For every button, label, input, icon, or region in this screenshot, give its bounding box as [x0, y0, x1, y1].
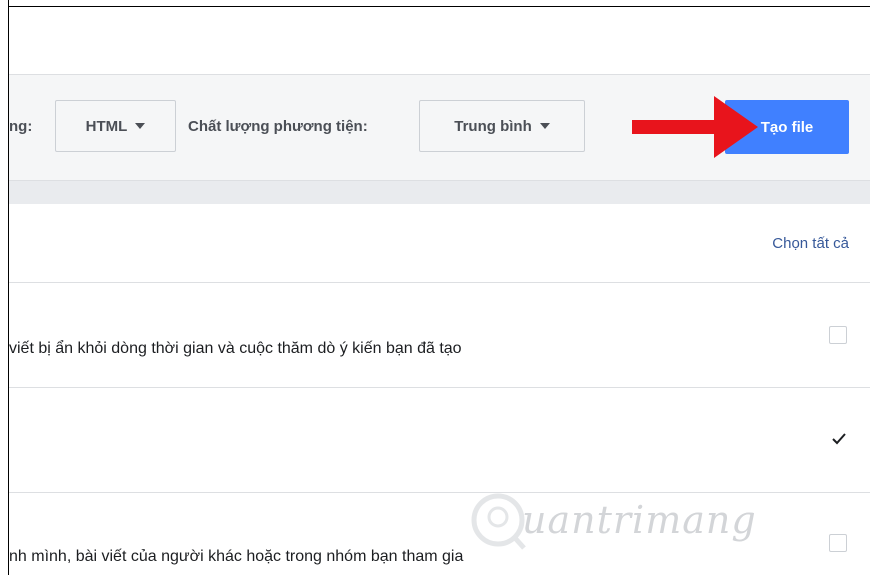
checkmark-icon — [832, 433, 846, 445]
chevron-down-icon — [539, 123, 550, 129]
list-item-text: nh mình, bài viết của người khác hoặc tr… — [9, 548, 464, 565]
section-separator — [9, 180, 870, 204]
select-all-link[interactable]: Chọn tất cả — [772, 235, 849, 252]
media-quality-label: Chất lượng phương tiện: — [188, 118, 368, 135]
format-dropdown-value: HTML — [85, 117, 128, 135]
create-file-button-label: Tạo file — [760, 118, 814, 136]
frame-top-border — [8, 6, 870, 7]
row-checkbox-checked[interactable] — [829, 430, 847, 448]
media-quality-dropdown[interactable]: Trung bình — [419, 100, 585, 152]
row-divider — [9, 282, 870, 283]
watermark-text: uantrimang — [522, 498, 757, 542]
format-dropdown[interactable]: HTML — [55, 100, 176, 152]
list-item-text: viết bị ẩn khỏi dòng thời gian và cuộc t… — [9, 340, 462, 357]
red-arrow-icon — [632, 96, 758, 158]
row-checkbox[interactable] — [829, 326, 847, 344]
format-label: ng: — [9, 118, 33, 135]
chevron-down-icon — [135, 123, 146, 129]
row-divider — [9, 387, 870, 388]
row-checkbox[interactable] — [829, 534, 847, 552]
media-quality-dropdown-value: Trung bình — [454, 117, 532, 135]
